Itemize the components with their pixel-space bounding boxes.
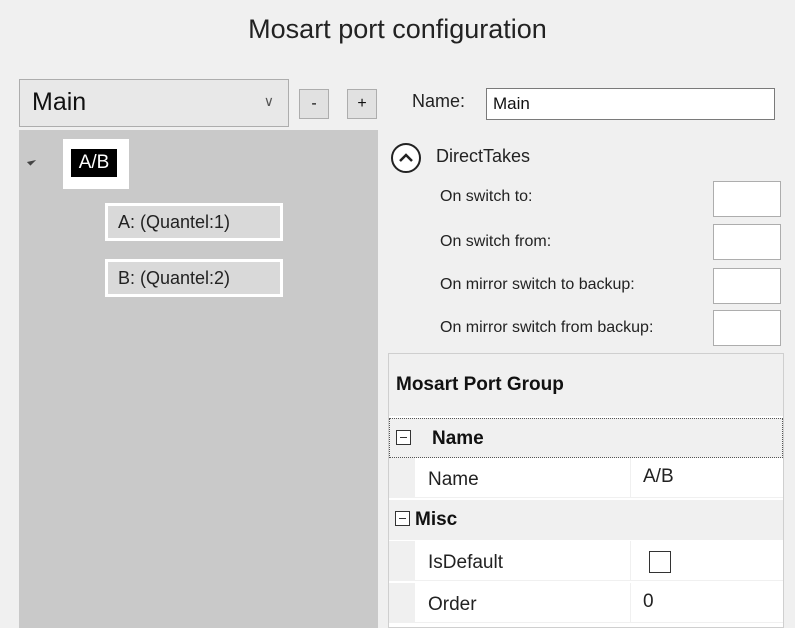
tree-node-child[interactable]: A: (Quantel:1) xyxy=(105,203,283,241)
on-switch-from-label: On switch from: xyxy=(440,233,552,250)
on-mirror-switch-to-backup-field[interactable] xyxy=(713,268,781,304)
on-switch-to-field[interactable] xyxy=(713,181,781,217)
row-margin xyxy=(389,458,415,497)
name-input[interactable] xyxy=(486,88,775,120)
tree-node-root[interactable]: A/B xyxy=(63,139,129,189)
row-margin xyxy=(389,583,415,622)
add-button[interactable]: + xyxy=(347,89,377,119)
on-mirror-switch-to-backup-label: On mirror switch to backup: xyxy=(440,276,635,293)
category-label: Misc xyxy=(415,509,458,530)
tree-node-child[interactable]: B: (Quantel:2) xyxy=(105,259,283,297)
property-name: IsDefault xyxy=(415,541,631,580)
category-misc[interactable]: Misc xyxy=(389,500,783,540)
property-value[interactable]: A/B xyxy=(643,466,674,488)
row-margin xyxy=(389,541,415,580)
expanded-triangle-icon[interactable] xyxy=(26,156,37,166)
category-label: Name xyxy=(432,428,484,449)
property-name: Name xyxy=(415,458,631,497)
remove-button[interactable]: - xyxy=(299,89,329,119)
property-name: Order xyxy=(415,583,631,622)
tree-node-label: A/B xyxy=(71,149,117,177)
chevron-up-circle-icon[interactable] xyxy=(391,143,421,173)
on-switch-from-field[interactable] xyxy=(713,224,781,260)
port-selector-dropdown[interactable]: Main ∨ xyxy=(19,79,289,127)
on-switch-to-label: On switch to: xyxy=(440,188,533,205)
category-name[interactable]: Name xyxy=(389,418,783,458)
port-selector-value: Main xyxy=(32,88,87,116)
chevron-down-icon: ∨ xyxy=(263,93,274,109)
property-row[interactable]: Order 0 xyxy=(389,583,783,623)
window-title: Mosart port configuration xyxy=(248,14,547,44)
property-grid-header: Mosart Port Group xyxy=(389,354,783,416)
on-mirror-switch-from-backup-label: On mirror switch from backup: xyxy=(440,319,654,336)
collapse-icon[interactable] xyxy=(396,430,411,445)
name-label: Name: xyxy=(412,91,466,111)
isdefault-checkbox[interactable] xyxy=(649,551,671,573)
port-tree[interactable]: A/B A: (Quantel:1) B: (Quantel:2) xyxy=(19,130,378,628)
property-row[interactable]: IsDefault xyxy=(389,541,783,581)
on-mirror-switch-from-backup-field[interactable] xyxy=(713,310,781,346)
property-grid: Mosart Port Group Name Name A/B Misc IsD… xyxy=(388,353,784,628)
directtakes-section-title: DirectTakes xyxy=(436,146,531,166)
property-value[interactable]: 0 xyxy=(643,591,654,613)
property-row[interactable]: Name A/B xyxy=(389,458,783,498)
collapse-icon[interactable] xyxy=(395,511,410,526)
